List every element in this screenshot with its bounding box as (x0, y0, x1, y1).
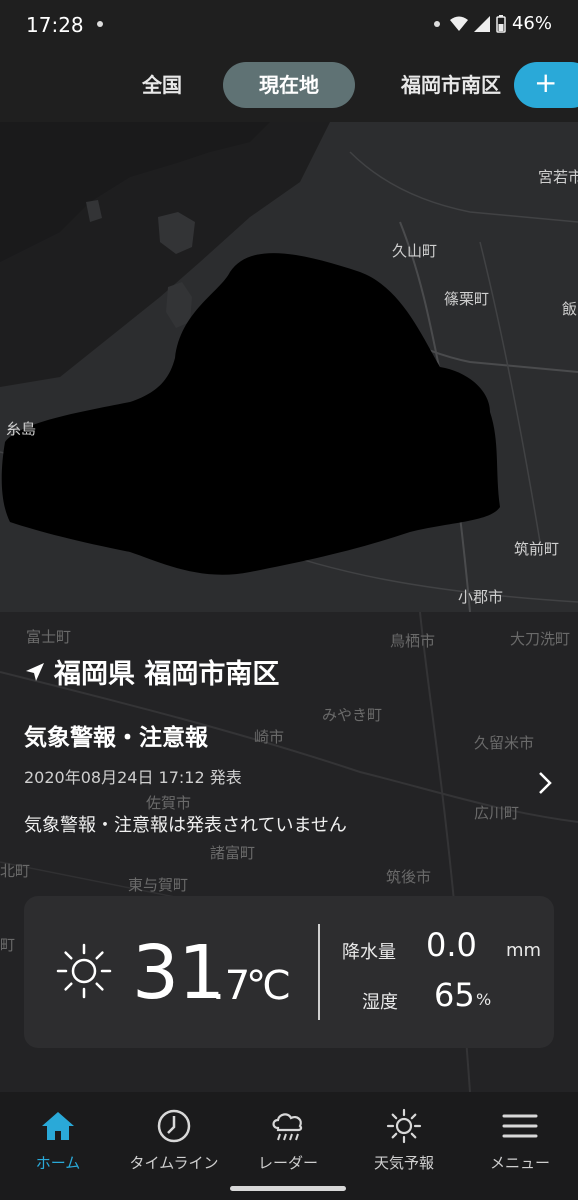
precipitation-value: 0.0 (426, 926, 477, 964)
nav-radar[interactable]: レーダー (230, 1102, 346, 1172)
tab-fukuoka-minami[interactable]: 福岡市南区 (392, 62, 510, 108)
map-label: 富士町 (26, 628, 72, 646)
notification-dot (433, 20, 440, 27)
wifi-icon (449, 16, 468, 31)
map-label: 久山町 (392, 242, 438, 260)
temperature-unit: ℃ (246, 963, 291, 1009)
nav-timeline[interactable]: タイムライン (116, 1102, 232, 1172)
sun-icon (386, 1108, 422, 1144)
map-label: 小郡市 (458, 588, 504, 606)
signal-icon (473, 15, 490, 32)
map-view[interactable]: 宮若市 久山町 篠栗町 飯 糸島 筑前町 小郡市 (0, 122, 578, 612)
map-label: 筑前町 (514, 540, 560, 558)
map-label: 鳥栖市 (390, 632, 436, 650)
map-label: 大刀洗町 (510, 630, 571, 648)
menu-icon (502, 1114, 538, 1138)
map-label: 宮若市 (538, 168, 578, 186)
tab-current-location[interactable]: 現在地 (223, 62, 355, 108)
precipitation-label: 降水量 (342, 942, 396, 963)
add-location-button[interactable]: + (514, 62, 578, 108)
nav-label: ホーム (35, 1154, 81, 1172)
map-label: 崎市 (254, 728, 285, 746)
map-label: 広川町 (474, 804, 520, 822)
warning-body: 気象警報・注意報は発表されていません (24, 815, 347, 836)
sun-icon (56, 943, 112, 999)
humidity-label: 湿度 (362, 992, 398, 1013)
battery-icon (496, 14, 506, 33)
status-bar: 17:28 46% (0, 0, 578, 50)
nav-label: レーダー (257, 1154, 318, 1172)
home-icon (42, 1112, 74, 1140)
status-icons: 46% (433, 13, 552, 34)
map-label: 糸島 (6, 420, 37, 438)
battery-percent: 46% (511, 13, 552, 34)
map-label: 久留米市 (474, 734, 535, 752)
warning-date: 2020年08月24日 17:12 発表 (24, 768, 242, 787)
clock-icon (157, 1109, 191, 1143)
notification-dot (97, 21, 103, 27)
location-tabs: 全国 現在地 福岡市南区 + (0, 50, 578, 122)
temperature-integer: 31 (132, 930, 225, 1016)
map-terrain (0, 122, 578, 612)
status-time: 17:28 (26, 13, 84, 37)
map-label: 飯 (562, 300, 578, 318)
nav-label: 天気予報 (373, 1154, 434, 1172)
current-weather-card[interactable]: 31 .7 ℃ 降水量 0.0 mm 湿度 65 % (24, 896, 554, 1048)
map-label: みやき町 (322, 706, 383, 724)
home-indicator[interactable] (230, 1186, 346, 1191)
map-label: 町 (0, 936, 16, 954)
humidity-value: 65 (434, 976, 475, 1014)
temperature-decimal: .7 (212, 963, 251, 1009)
map-label: 篠栗町 (444, 290, 490, 308)
nav-label: メニュー (489, 1154, 550, 1172)
map-label: 北町 (0, 862, 31, 880)
location-arrow-icon (26, 662, 44, 681)
chevron-right-icon[interactable] (537, 770, 553, 796)
map-label: 筑後市 (386, 868, 432, 886)
precipitation-unit: mm (506, 940, 542, 961)
bottom-navigation: ホーム タイムライン レーダー 天気予報 メニュー (0, 1092, 578, 1200)
map-label: 諸富町 (210, 844, 256, 862)
nav-label: タイムライン (129, 1154, 219, 1172)
map-label: 佐賀市 (146, 794, 192, 812)
location-name: 福岡県 福岡市南区 (54, 659, 280, 690)
nav-menu[interactable]: メニュー (462, 1102, 578, 1172)
rain-cloud-icon (272, 1113, 303, 1141)
map-label: 東与賀町 (128, 876, 189, 894)
nav-forecast[interactable]: 天気予報 (346, 1102, 462, 1172)
tab-zenkoku[interactable]: 全国 (130, 62, 194, 108)
humidity-unit: % (476, 990, 492, 1009)
location-header: 福岡県 福岡市南区 (24, 652, 279, 691)
divider (318, 924, 320, 1020)
nav-home[interactable]: ホーム (0, 1102, 116, 1172)
plus-icon: + (534, 66, 558, 99)
warning-title: 気象警報・注意報 (24, 725, 208, 751)
